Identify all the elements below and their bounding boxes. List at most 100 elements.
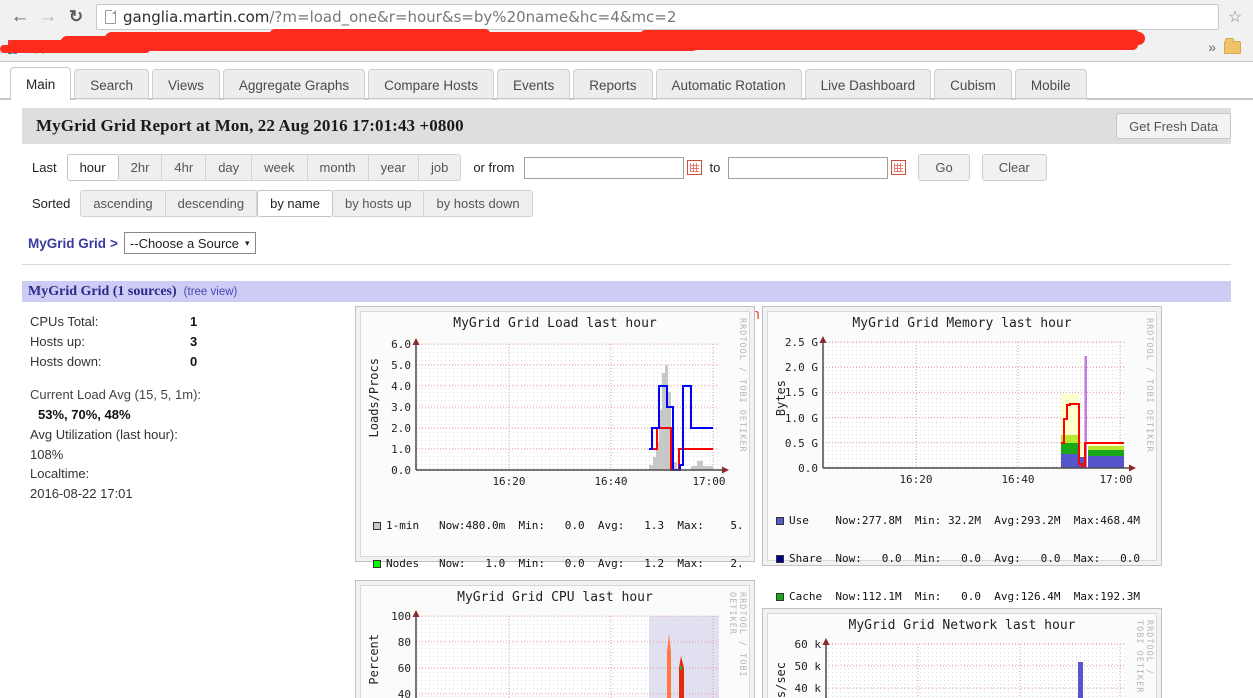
graph-load-canvas: MyGrid Grid Load last hour RRDTOOL / TOB…: [360, 311, 750, 647]
range-hour-button[interactable]: hour: [66, 154, 119, 181]
graph-area: MyGrid Grid Load last hour RRDTOOL / TOB…: [355, 302, 1253, 698]
tree-view-link[interactable]: (tree view): [184, 286, 238, 298]
or-from-label: or from: [473, 160, 515, 175]
legend-swatch: [373, 521, 381, 530]
range-month-button[interactable]: month: [307, 154, 369, 181]
svg-text:0.0: 0.0: [391, 464, 411, 477]
legend-row: Nodes Now: 1.0 Min: 0.0 Avg: 1.2 Max: 2.: [373, 557, 744, 571]
grid-section-header: MyGrid Grid (1 sources) (tree view): [22, 281, 1231, 302]
legend-text: 1-min Now:480.0m Min: 0.0 Avg: 1.3 Max: …: [386, 518, 744, 532]
svg-text:100: 100: [391, 610, 411, 623]
range-week-button[interactable]: week: [252, 154, 308, 181]
graph-load-plot: 0.01.0 2.03.0 4.05.0 6.0 16:20 16:40 17:…: [391, 338, 729, 488]
svg-text:4.0: 4.0: [391, 380, 411, 393]
bookmark-folder-icon[interactable]: [1224, 37, 1241, 54]
bookmark-star-icon[interactable]: ☆: [1223, 7, 1247, 27]
legend-row: Use Now:277.8M Min: 32.2M Avg:293.2M Max…: [776, 514, 1140, 528]
range-button-group: hour 2hr 4hr day week month year job: [66, 154, 462, 181]
graph-cpu-canvas: MyGrid Grid CPU last hour RRDTOOL / TOBI…: [360, 585, 750, 698]
get-fresh-data-button[interactable]: Get Fresh Data: [1116, 113, 1231, 139]
range-job-button[interactable]: job: [418, 154, 462, 181]
svg-text:1.0 G: 1.0 G: [785, 412, 818, 425]
sort-row: Sorted ascending descending by name by h…: [32, 190, 1253, 217]
breadcrumb-mygrid-grid[interactable]: MyGrid Grid: [28, 236, 106, 251]
graph-memory-plot: 0.00.5 G 1.0 G1.5 G 2.0 G2.5 G 16:20 16:…: [785, 336, 1136, 486]
chevron-down-icon: ▾: [245, 237, 250, 248]
range-2hr-button[interactable]: 2hr: [118, 154, 163, 181]
sort-button-group: ascending descending by name by hosts up…: [80, 190, 533, 217]
range-4hr-button[interactable]: 4hr: [162, 154, 207, 181]
tab-live-dashboard[interactable]: Live Dashboard: [804, 69, 932, 100]
tab-events[interactable]: Events: [496, 69, 571, 100]
graph-cpu[interactable]: MyGrid Grid CPU last hour RRDTOOL / TOBI…: [355, 580, 755, 698]
sort-by-hosts-up-button[interactable]: by hosts up: [332, 190, 425, 217]
graph-memory-canvas: MyGrid Grid Memory last hour RRDTOOL / T…: [767, 311, 1157, 680]
network-spike: [1078, 662, 1083, 698]
legend-swatch: [373, 559, 381, 568]
svg-text:16:20: 16:20: [492, 475, 525, 488]
svg-text:60 k: 60 k: [795, 638, 822, 651]
tab-views[interactable]: Views: [152, 69, 220, 100]
legend-swatch: [776, 516, 784, 525]
sort-by-hosts-down-button[interactable]: by hosts down: [424, 190, 533, 217]
sort-descending-button[interactable]: descending: [165, 190, 258, 217]
current-load-avg-value: 53%, 70%, 48%: [38, 407, 131, 422]
graph-network[interactable]: MyGrid Grid Network last hour RRDTOOL / …: [762, 608, 1162, 698]
range-day-button[interactable]: day: [206, 154, 253, 181]
clear-button[interactable]: Clear: [981, 154, 1047, 181]
sort-ascending-button[interactable]: ascending: [80, 190, 166, 217]
graph-network-plot: 60 k 50 k 40 k: [795, 638, 1126, 698]
tab-cubism[interactable]: Cubism: [934, 69, 1012, 100]
svg-text:17:00: 17:00: [1099, 473, 1132, 486]
to-date-input[interactable]: [728, 156, 889, 179]
url-path: /?m=load_one&r=hour&s=by%20name&hc=4&mc=…: [269, 7, 677, 26]
sort-by-name-button[interactable]: by name: [257, 190, 333, 217]
svg-text:2.0 G: 2.0 G: [785, 361, 818, 374]
graph-network-canvas: MyGrid Grid Network last hour RRDTOOL / …: [767, 613, 1157, 698]
address-bar[interactable]: ganglia.martin.com/?m=load_one&r=hour&s=…: [96, 3, 1219, 30]
breadcrumb-separator: >: [110, 235, 118, 251]
range-year-button[interactable]: year: [368, 154, 419, 181]
to-label: to: [709, 160, 721, 175]
go-button[interactable]: Go: [918, 154, 970, 181]
sorted-label: Sorted: [32, 196, 71, 211]
svg-text:17:00: 17:00: [692, 475, 725, 488]
legend-swatch: [776, 554, 784, 563]
apps-grid-icon[interactable]: [8, 40, 22, 54]
tab-automatic-rotation[interactable]: Automatic Rotation: [655, 69, 802, 100]
choose-source-select[interactable]: --Choose a Source ▾: [123, 232, 256, 254]
localtime-block: Localtime: 2016-08-22 17:01: [30, 464, 355, 504]
from-date-input[interactable]: [523, 156, 684, 179]
current-load-avg-label: Current Load Avg (15, 5, 1m):: [30, 387, 202, 403]
current-load-avg-block: Current Load Avg (15, 5, 1m): 53%, 70%, …: [30, 385, 355, 425]
reload-icon[interactable]: ↻: [62, 3, 90, 31]
graph-load[interactable]: MyGrid Grid Load last hour RRDTOOL / TOB…: [355, 306, 755, 647]
avg-utilization-value: 108%: [30, 446, 64, 462]
graph-cpu-title: MyGrid Grid CPU last hour: [457, 590, 653, 605]
stat-label: Hosts up:: [30, 333, 85, 349]
avg-utilization-label: Avg Utilization (last hour):: [30, 426, 178, 442]
calendar-icon[interactable]: [891, 160, 907, 175]
svg-text:0.5 G: 0.5 G: [785, 437, 818, 450]
svg-text:1.5 G: 1.5 G: [785, 386, 818, 399]
tab-search[interactable]: Search: [74, 69, 150, 100]
tab-compare-hosts[interactable]: Compare Hosts: [368, 69, 494, 100]
forward-arrow-icon[interactable]: →: [34, 3, 62, 31]
back-arrow-icon[interactable]: ←: [6, 3, 34, 31]
tab-reports[interactable]: Reports: [573, 69, 653, 100]
tab-aggregate-graphs[interactable]: Aggregate Graphs: [222, 69, 366, 100]
tab-mobile[interactable]: Mobile: [1014, 69, 1087, 100]
graph-network-title: MyGrid Grid Network last hour: [848, 618, 1076, 633]
legend-row: 1-min Now:480.0m Min: 0.0 Avg: 1.3 Max: …: [373, 518, 744, 533]
apps-bookmark-label[interactable]: Apps: [27, 40, 54, 54]
ganglia-page: Main Search Views Aggregate Graphs Compa…: [0, 62, 1253, 698]
svg-text:1.0: 1.0: [391, 443, 411, 456]
tab-main[interactable]: Main: [10, 67, 72, 100]
localtime-label: Localtime:: [30, 466, 90, 482]
calendar-icon[interactable]: [686, 160, 702, 175]
bookmarks-overflow-icon[interactable]: »: [1208, 39, 1216, 55]
url-domain: ganglia.martin.com: [123, 7, 270, 26]
stat-value: 3: [190, 333, 198, 349]
svg-text:5.0: 5.0: [391, 359, 411, 372]
graph-memory[interactable]: MyGrid Grid Memory last hour RRDTOOL / T…: [762, 306, 1162, 680]
